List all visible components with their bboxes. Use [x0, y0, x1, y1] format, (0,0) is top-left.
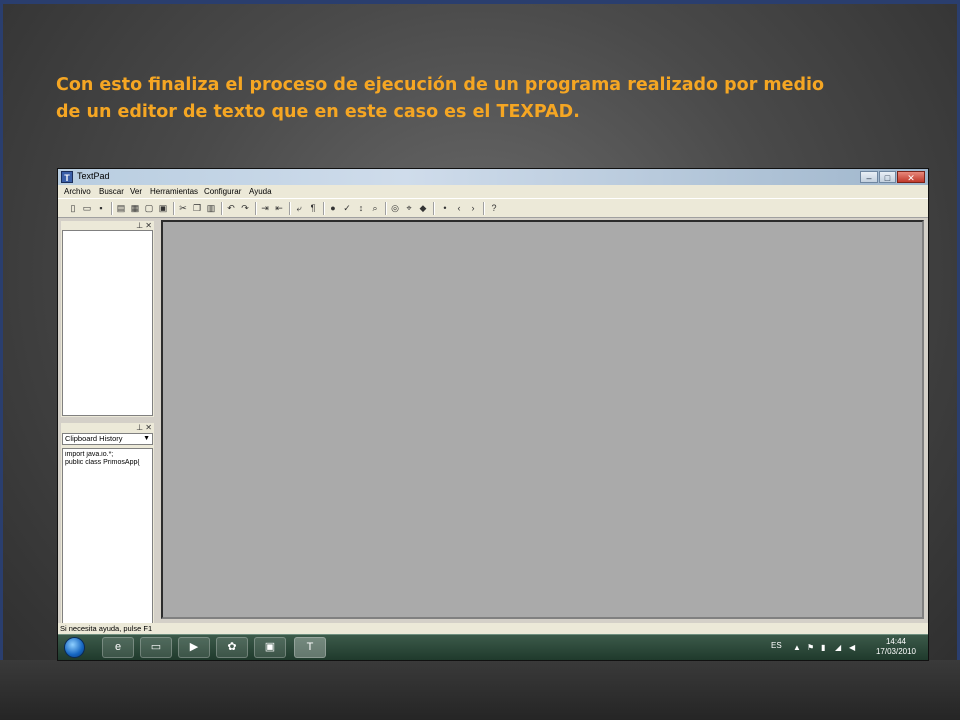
- toolbar-separator: [385, 202, 387, 215]
- undo-icon[interactable]: ↶: [226, 203, 236, 213]
- internet-explorer-icon[interactable]: e: [102, 637, 134, 658]
- window-title: TextPad: [77, 171, 110, 181]
- list-item[interactable]: public class PrimosApp{: [65, 459, 150, 467]
- clipboard-history-select[interactable]: Clipboard History ▼: [62, 433, 153, 445]
- folder-icon[interactable]: ▭: [140, 637, 172, 658]
- menu-ver[interactable]: Ver: [130, 187, 142, 196]
- tool-icon[interactable]: ◆: [418, 203, 428, 213]
- paragraph-icon[interactable]: ¶: [308, 203, 318, 213]
- system-clock[interactable]: 14:44 17/03/2010: [871, 637, 921, 657]
- prev-icon[interactable]: ‹: [454, 203, 464, 213]
- document-selector-panel: ⊥ ✕: [61, 221, 154, 417]
- title-bar[interactable]: T TextPad – □ ✕: [58, 169, 928, 185]
- cut-icon[interactable]: ✂: [178, 203, 188, 213]
- chevron-down-icon: ▼: [143, 435, 150, 442]
- slide-frame-left: [0, 0, 3, 720]
- slide-frame-top: [0, 0, 960, 4]
- clip-library-panel: ⊥ ✕ Clipboard History ▼ import java.io.*…: [61, 423, 154, 626]
- open-folder-icon[interactable]: ▭: [82, 203, 92, 213]
- sort-icon[interactable]: ↕: [356, 203, 366, 213]
- language-indicator[interactable]: ES: [771, 641, 782, 650]
- menu-bar: Archivo Buscar Ver Herramientas Configur…: [58, 185, 928, 198]
- clock-date: 17/03/2010: [875, 647, 917, 656]
- toolbar-separator: [111, 202, 113, 215]
- editor-workspace[interactable]: [161, 220, 924, 619]
- print-icon[interactable]: ▤: [116, 203, 126, 213]
- indent-icon[interactable]: ⇥: [260, 203, 270, 213]
- network-icon[interactable]: ◢: [835, 643, 841, 652]
- start-button[interactable]: [64, 637, 85, 658]
- windows-taskbar: e ▭ ▶ ✿ ▣ T ES ▲ ⚑ ▮ ◢ ◀ 14:44 17/03/201…: [58, 634, 928, 660]
- redo-icon[interactable]: ↷: [240, 203, 250, 213]
- record-macro-icon[interactable]: ●: [328, 203, 338, 213]
- tray-expand-icon[interactable]: ▲: [793, 643, 801, 652]
- slide-caption: Con esto finaliza el proceso de ejecució…: [56, 72, 856, 126]
- panel-dock-close-icon[interactable]: ⊥ ✕: [136, 221, 152, 230]
- menu-ayuda[interactable]: Ayuda: [249, 187, 272, 196]
- flag-icon[interactable]: ⚑: [807, 643, 814, 652]
- minimize-icon[interactable]: –: [860, 171, 878, 183]
- caption-line-2: de un editor de texto que en este caso e…: [56, 102, 580, 122]
- replace-icon[interactable]: ⌖: [404, 203, 414, 213]
- status-text: Si necesita ayuda, pulse F1: [60, 624, 153, 633]
- clipboard-history-label: Clipboard History: [65, 434, 123, 443]
- toolbar-separator: [173, 202, 175, 215]
- menu-configurar[interactable]: Configurar: [204, 187, 241, 196]
- clear-icon[interactable]: ▣: [158, 203, 168, 213]
- media-player-icon[interactable]: ▶: [178, 637, 210, 658]
- clock-time: 14:44: [885, 637, 907, 646]
- panel-dock-close-icon[interactable]: ⊥ ✕: [136, 423, 152, 432]
- maximize-icon[interactable]: □: [879, 171, 896, 183]
- toolbar-separator: [255, 202, 257, 215]
- help-icon[interactable]: ?: [489, 203, 499, 213]
- paint-icon[interactable]: ✿: [216, 637, 248, 658]
- textpad-app-icon[interactable]: T: [61, 171, 73, 183]
- toolbar-separator: [289, 202, 291, 215]
- toolbar-separator: [221, 202, 223, 215]
- powerpoint-icon[interactable]: ▣: [254, 637, 286, 658]
- toolbar-separator: [433, 202, 435, 215]
- spellcheck-icon[interactable]: ▢: [144, 203, 154, 213]
- spell-icon[interactable]: ✓: [342, 203, 352, 213]
- clipboard-history-list[interactable]: import java.io.*; public class PrimosApp…: [62, 448, 153, 625]
- new-file-icon[interactable]: ▯: [68, 203, 78, 213]
- menu-archivo[interactable]: Archivo: [64, 187, 91, 196]
- list-item[interactable]: import java.io.*;: [65, 451, 150, 459]
- volume-icon[interactable]: ◀: [849, 643, 855, 652]
- toolbar: ▯ ▭ ▪ ▤ ▦ ▢ ▣ ✂ ❐ ▥ ↶ ↷ ⇥ ⇤ ⤶ ¶ ● ✓ ↕ ⌕ …: [58, 198, 928, 218]
- caption-line-1: Con esto finaliza el proceso de ejecució…: [56, 75, 825, 95]
- status-bar: Si necesita ayuda, pulse F1: [58, 623, 928, 634]
- toolbar-separator: [483, 202, 485, 215]
- save-icon[interactable]: ▪: [96, 203, 106, 213]
- copy-icon[interactable]: ❐: [192, 203, 202, 213]
- menu-herramientas[interactable]: Herramientas: [150, 187, 198, 196]
- document-list[interactable]: [62, 230, 153, 416]
- close-icon[interactable]: ✕: [897, 171, 925, 183]
- outdent-icon[interactable]: ⇤: [274, 203, 284, 213]
- slide-bottom-band: [0, 660, 960, 720]
- print-preview-icon[interactable]: ▦: [130, 203, 140, 213]
- textpad-taskbar-icon[interactable]: T: [294, 637, 326, 658]
- textpad-screenshot: T TextPad – □ ✕ Archivo Buscar Ver Herra…: [58, 169, 928, 660]
- toolbar-separator: [323, 202, 325, 215]
- paste-icon[interactable]: ▥: [206, 203, 216, 213]
- find-icon[interactable]: ⌕: [370, 203, 380, 213]
- word-wrap-icon[interactable]: ⤶: [294, 203, 304, 213]
- find-next-icon[interactable]: ◎: [390, 203, 400, 213]
- battery-icon[interactable]: ▮: [821, 643, 825, 652]
- next-icon[interactable]: ›: [468, 203, 478, 213]
- menu-buscar[interactable]: Buscar: [99, 187, 124, 196]
- bullet-icon[interactable]: •: [440, 203, 450, 213]
